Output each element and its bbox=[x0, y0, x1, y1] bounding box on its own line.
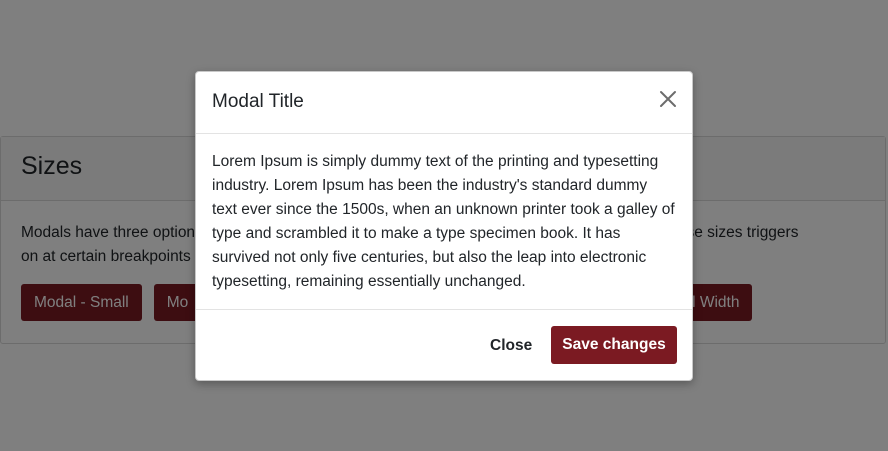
modal-dialog: Modal Title Lorem Ipsum is simply dummy … bbox=[195, 71, 693, 381]
save-changes-button[interactable]: Save changes bbox=[551, 326, 677, 364]
modal-body-text: Lorem Ipsum is simply dummy text of the … bbox=[212, 153, 675, 290]
close-icon[interactable] bbox=[656, 87, 680, 111]
close-button[interactable]: Close bbox=[478, 328, 544, 364]
modal-title: Modal Title bbox=[212, 91, 304, 112]
modal-header: Modal Title bbox=[196, 72, 692, 134]
modal-footer: Close Save changes bbox=[196, 310, 692, 380]
modal-body: Lorem Ipsum is simply dummy text of the … bbox=[196, 134, 692, 310]
close-icon-glyph bbox=[660, 91, 676, 107]
